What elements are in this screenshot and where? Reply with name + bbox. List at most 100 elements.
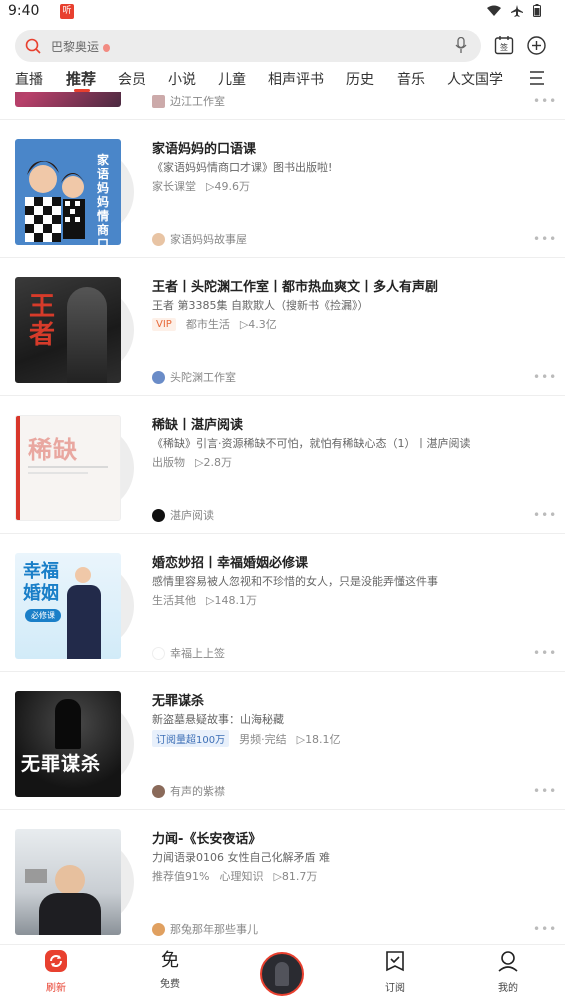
cover-building — [25, 869, 47, 883]
list-item[interactable]: 幸福婚姻 必修课 婚恋妙招丨幸福婚姻必修课 感情里容易被人忽视和不珍惜的女人，只… — [0, 534, 565, 672]
cover-figure — [67, 287, 107, 383]
item-category: 出版物 — [152, 456, 185, 469]
list-item[interactable]: 稀缺 稀缺丨湛庐阅读 《稀缺》引言·资源稀缺不可怕，就怕有稀缺心态（1）丨湛庐阅… — [0, 396, 565, 534]
tab-menu-icon[interactable] — [528, 70, 546, 86]
search-icon — [25, 38, 41, 54]
list-item[interactable]: 王者 王者丨头陀渊工作室丨都市热血爽文丨多人有声剧 王者 第3385集 自欺欺人… — [0, 258, 565, 396]
feed-list: 边江工作室 ••• 家语妈妈情商口 家语妈妈的口语课 《家语妈妈情商口才课》图书… — [0, 92, 565, 944]
app-notification-icon: 听 — [60, 4, 74, 19]
vip-badge: VIP — [152, 317, 176, 331]
item-subtitle: 新盗墓悬疑故事：山海秘藏 — [152, 713, 284, 726]
more-options-icon[interactable]: ••• — [533, 922, 557, 936]
more-options-icon[interactable]: ••• — [533, 784, 557, 798]
checkin-icon[interactable]: 签 — [494, 35, 514, 55]
list-item[interactable]: 边江工作室 ••• — [0, 92, 565, 120]
album-cover: 王者 — [15, 277, 121, 383]
play-count: ▷81.7万 — [273, 870, 318, 883]
album-cover: 无罪谋杀 — [15, 691, 121, 797]
nav-label: 刷新 — [46, 983, 66, 994]
cover-face — [75, 567, 91, 583]
tab-live[interactable]: 直播 — [15, 69, 43, 89]
cover-figure — [67, 585, 101, 659]
battery-icon — [533, 4, 541, 17]
album-cover: 稀缺 — [15, 415, 121, 521]
search-box[interactable]: 巴黎奥运 — [15, 30, 481, 62]
avatar — [152, 232, 165, 246]
list-item[interactable]: 力闻-《长安夜话》 力闻语录0106 女性自己化解矛盾 难 推荐值91% 心理知… — [0, 810, 565, 944]
tab-history[interactable]: 历史 — [346, 69, 374, 89]
item-title: 无罪谋杀 — [152, 694, 205, 709]
album-cover — [15, 92, 121, 107]
tab-recommend[interactable]: 推荐 — [66, 68, 96, 89]
avatar — [152, 94, 165, 108]
cover-title-text: 稀缺 — [28, 436, 78, 464]
author-row[interactable]: 湛庐阅读 — [152, 507, 214, 523]
nav-label: 免费 — [160, 979, 180, 990]
tab-vip[interactable]: 会员 — [118, 69, 146, 89]
cover-title-text: 家语妈妈情商口才课 — [97, 153, 110, 245]
microphone-icon[interactable] — [455, 37, 467, 54]
author-row[interactable]: 那兔那年那些事儿 — [152, 921, 258, 937]
item-subtitle: 感情里容易被人忽视和不珍惜的女人，只是没能弄懂这件事 — [152, 575, 438, 588]
tab-music[interactable]: 音乐 — [397, 69, 425, 89]
cover-title-text: 幸福婚姻 — [23, 561, 59, 604]
author-name: 头陀渊工作室 — [170, 371, 236, 384]
list-item[interactable]: 家语妈妈情商口才课 家语妈妈的口语课 《家语妈妈情商口才课》图书出版啦! 家长课… — [0, 120, 565, 258]
now-playing-disc[interactable] — [260, 952, 304, 996]
tab-children[interactable]: 儿童 — [218, 69, 246, 89]
nav-profile[interactable]: 我的 — [468, 949, 548, 994]
more-options-icon[interactable]: ••• — [533, 646, 557, 660]
album-cover: 幸福婚姻 必修课 — [15, 553, 121, 659]
play-count: ▷18.1亿 — [296, 732, 341, 746]
more-options-icon[interactable]: ••• — [533, 508, 557, 522]
now-playing-cover-art — [275, 962, 289, 986]
nav-subscribe[interactable]: 订阅 — [355, 949, 435, 994]
tab-humanities[interactable]: 人文国学 — [447, 69, 503, 89]
more-options-icon[interactable]: ••• — [533, 94, 557, 108]
item-category: 男频·完结 — [239, 732, 287, 746]
author-row[interactable]: 幸福上上签 — [152, 645, 225, 661]
item-meta: VIP 都市生活 ▷4.3亿 — [152, 316, 277, 332]
author-row[interactable]: 有声的紫襟 — [152, 783, 225, 799]
tab-crosstalk[interactable]: 相声评书 — [268, 69, 324, 89]
cover-subtitle-text: 必修课 — [25, 609, 61, 622]
cover-face — [55, 865, 85, 895]
search-placeholder: 巴黎奥运 — [51, 38, 111, 55]
more-options-icon[interactable]: ••• — [533, 232, 557, 246]
avatar — [152, 646, 165, 660]
author-name: 家语妈妈故事屋 — [170, 233, 247, 246]
cover-line — [28, 466, 108, 468]
author-row[interactable]: 家语妈妈故事屋 — [152, 231, 247, 247]
play-count: ▷49.6万 — [206, 180, 250, 193]
search-bar-row: 巴黎奥运 签 — [0, 24, 565, 66]
status-bar: 9:40 听 — [0, 0, 565, 24]
nav-label: 订阅 — [385, 983, 405, 994]
nav-free[interactable]: 免 免费 — [130, 949, 210, 990]
app-root: 9:40 听 巴黎奥运 签 直播 推荐 会员 小说 儿童 相声评书 历史 音乐 … — [0, 0, 565, 1004]
author-name: 有声的紫襟 — [170, 785, 225, 798]
nav-refresh[interactable]: 刷新 — [16, 949, 96, 994]
author-row[interactable]: 头陀渊工作室 — [152, 369, 236, 385]
add-icon[interactable] — [527, 36, 546, 55]
album-cover: 家语妈妈情商口才课 — [15, 139, 121, 245]
refresh-icon — [45, 950, 67, 972]
author-name: 边江工作室 — [170, 95, 225, 108]
tab-novel[interactable]: 小说 — [168, 69, 196, 89]
item-subtitle: 力闻语录0106 女性自己化解矛盾 难 — [152, 851, 330, 864]
more-options-icon[interactable]: ••• — [533, 370, 557, 384]
play-count: ▷2.8万 — [195, 456, 232, 469]
category-tabs: 直播 推荐 会员 小说 儿童 相声评书 历史 音乐 人文国学 — [0, 66, 565, 92]
item-meta: 订阅量超100万 男频·完结 ▷18.1亿 — [152, 730, 341, 747]
cover-title-text: 王者 — [29, 292, 56, 350]
item-title: 婚恋妙招丨幸福婚姻必修课 — [152, 556, 309, 571]
author-row[interactable]: 边江工作室 — [152, 93, 225, 109]
item-title: 王者丨头陀渊工作室丨都市热血爽文丨多人有声剧 — [152, 280, 439, 295]
item-meta: 家长课堂 ▷49.6万 — [152, 178, 250, 194]
cover-title-text: 无罪谋杀 — [21, 753, 102, 775]
item-recommend-score: 推荐值91% — [152, 870, 210, 883]
avatar — [152, 370, 165, 384]
item-subtitle: 王者 第3385集 自欺欺人（搜新书《捡漏》） — [152, 299, 369, 312]
item-title: 力闻-《长安夜话》 — [152, 832, 262, 847]
list-item[interactable]: 无罪谋杀 无罪谋杀 新盗墓悬疑故事：山海秘藏 订阅量超100万 男频·完结 ▷1… — [0, 672, 565, 810]
cover-spine — [16, 416, 20, 520]
